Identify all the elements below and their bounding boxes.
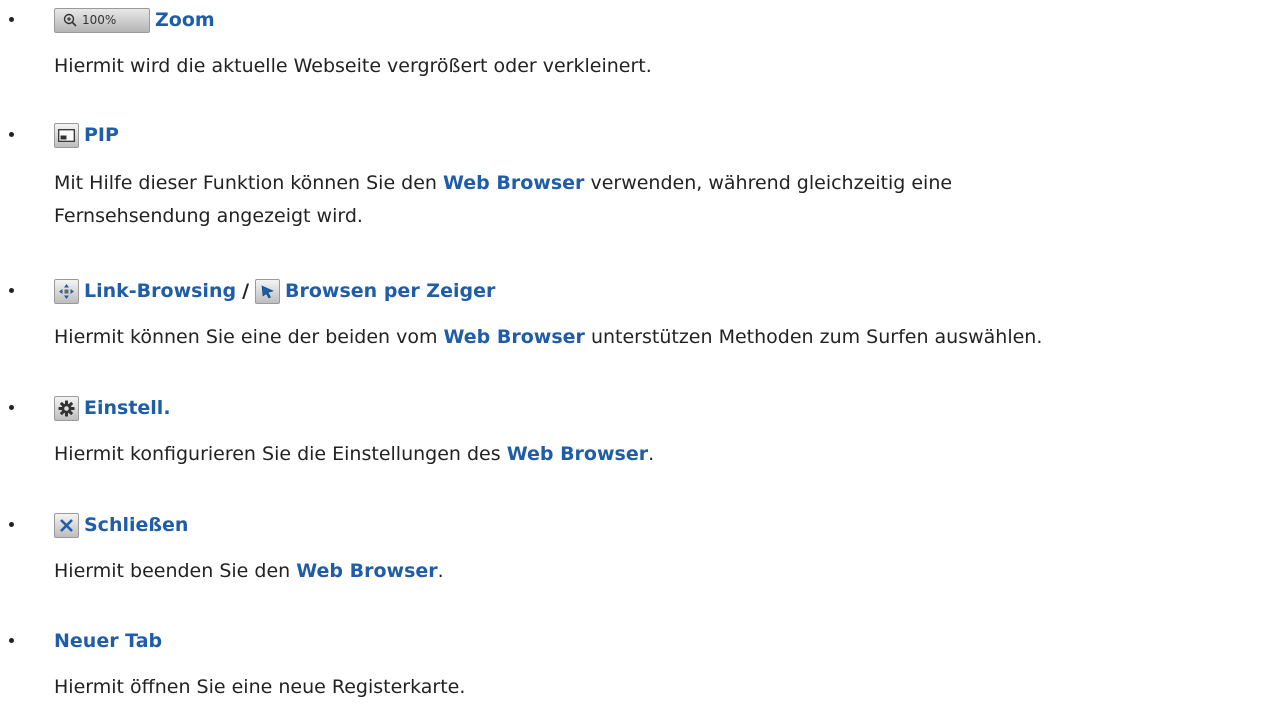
gear-icon — [54, 395, 79, 421]
item-heading: Einstell. — [54, 392, 171, 424]
bullet — [9, 522, 14, 527]
desc-text: unterstützen Methoden zum Surfen auswähl… — [584, 326, 1043, 348]
web-browser-term: Web Browser — [296, 560, 438, 582]
zoom-icon: 100% — [54, 7, 150, 33]
item-title: Link-Browsing — [84, 280, 237, 302]
item-title: Zoom — [155, 9, 215, 31]
item-description: Hiermit öffnen Sie eine neue Registerkar… — [54, 676, 466, 698]
bullet — [9, 405, 14, 410]
desc-text: Hiermit beenden Sie den — [54, 560, 297, 582]
item-heading: Neuer Tab — [54, 625, 162, 657]
close-icon — [54, 512, 79, 538]
item-heading: PIP — [54, 119, 119, 151]
item-heading: Link-Browsing / Browsen per Zeiger — [54, 275, 495, 307]
web-browser-term: Web Browser — [443, 172, 585, 194]
desc-text: Mit Hilfe dieser Funktion können Sie den — [54, 172, 444, 194]
bullet — [9, 17, 14, 22]
desc-text: . — [648, 443, 655, 465]
item-description: Hiermit beenden Sie den Web Browser. — [54, 555, 444, 588]
item-description-line2: Fernsehsendung angezeigt wird. — [54, 205, 363, 227]
separator: / — [242, 280, 250, 302]
bullet — [9, 288, 14, 293]
item-heading: Schließen — [54, 509, 188, 541]
desc-text: Hiermit konfigurieren Sie die Einstellun… — [54, 443, 507, 465]
help-page: 100% Zoom Hiermit wird die aktuelle Webs… — [0, 0, 1271, 707]
item-title: PIP — [84, 124, 119, 146]
item-description: Hiermit konfigurieren Sie die Einstellun… — [54, 438, 654, 471]
item-description: Hiermit können Sie eine der beiden vom W… — [54, 321, 1042, 354]
desc-text: verwenden, während gleichzeitig eine — [584, 172, 953, 194]
pip-icon — [54, 122, 79, 148]
web-browser-term: Web Browser — [506, 443, 649, 465]
bullet — [9, 132, 14, 137]
web-browser-term: Web Browser — [443, 326, 585, 348]
item-description: Mit Hilfe dieser Funktion können Sie den… — [54, 167, 952, 200]
item-heading: 100% Zoom — [54, 4, 215, 36]
link-browsing-icon — [54, 278, 79, 304]
item-title: Neuer Tab — [54, 630, 163, 652]
item-title: Schließen — [84, 514, 189, 536]
item-title-2: Browsen per Zeiger — [285, 280, 496, 302]
item-description: Hiermit wird die aktuelle Webseite vergr… — [54, 55, 652, 77]
bullet — [9, 638, 14, 643]
pointer-icon — [255, 278, 281, 304]
item-title: Einstell. — [84, 397, 171, 419]
zoom-level-text: 100% — [82, 13, 117, 27]
desc-text: . — [437, 560, 444, 582]
desc-text: Hiermit können Sie eine der beiden vom — [54, 326, 444, 348]
